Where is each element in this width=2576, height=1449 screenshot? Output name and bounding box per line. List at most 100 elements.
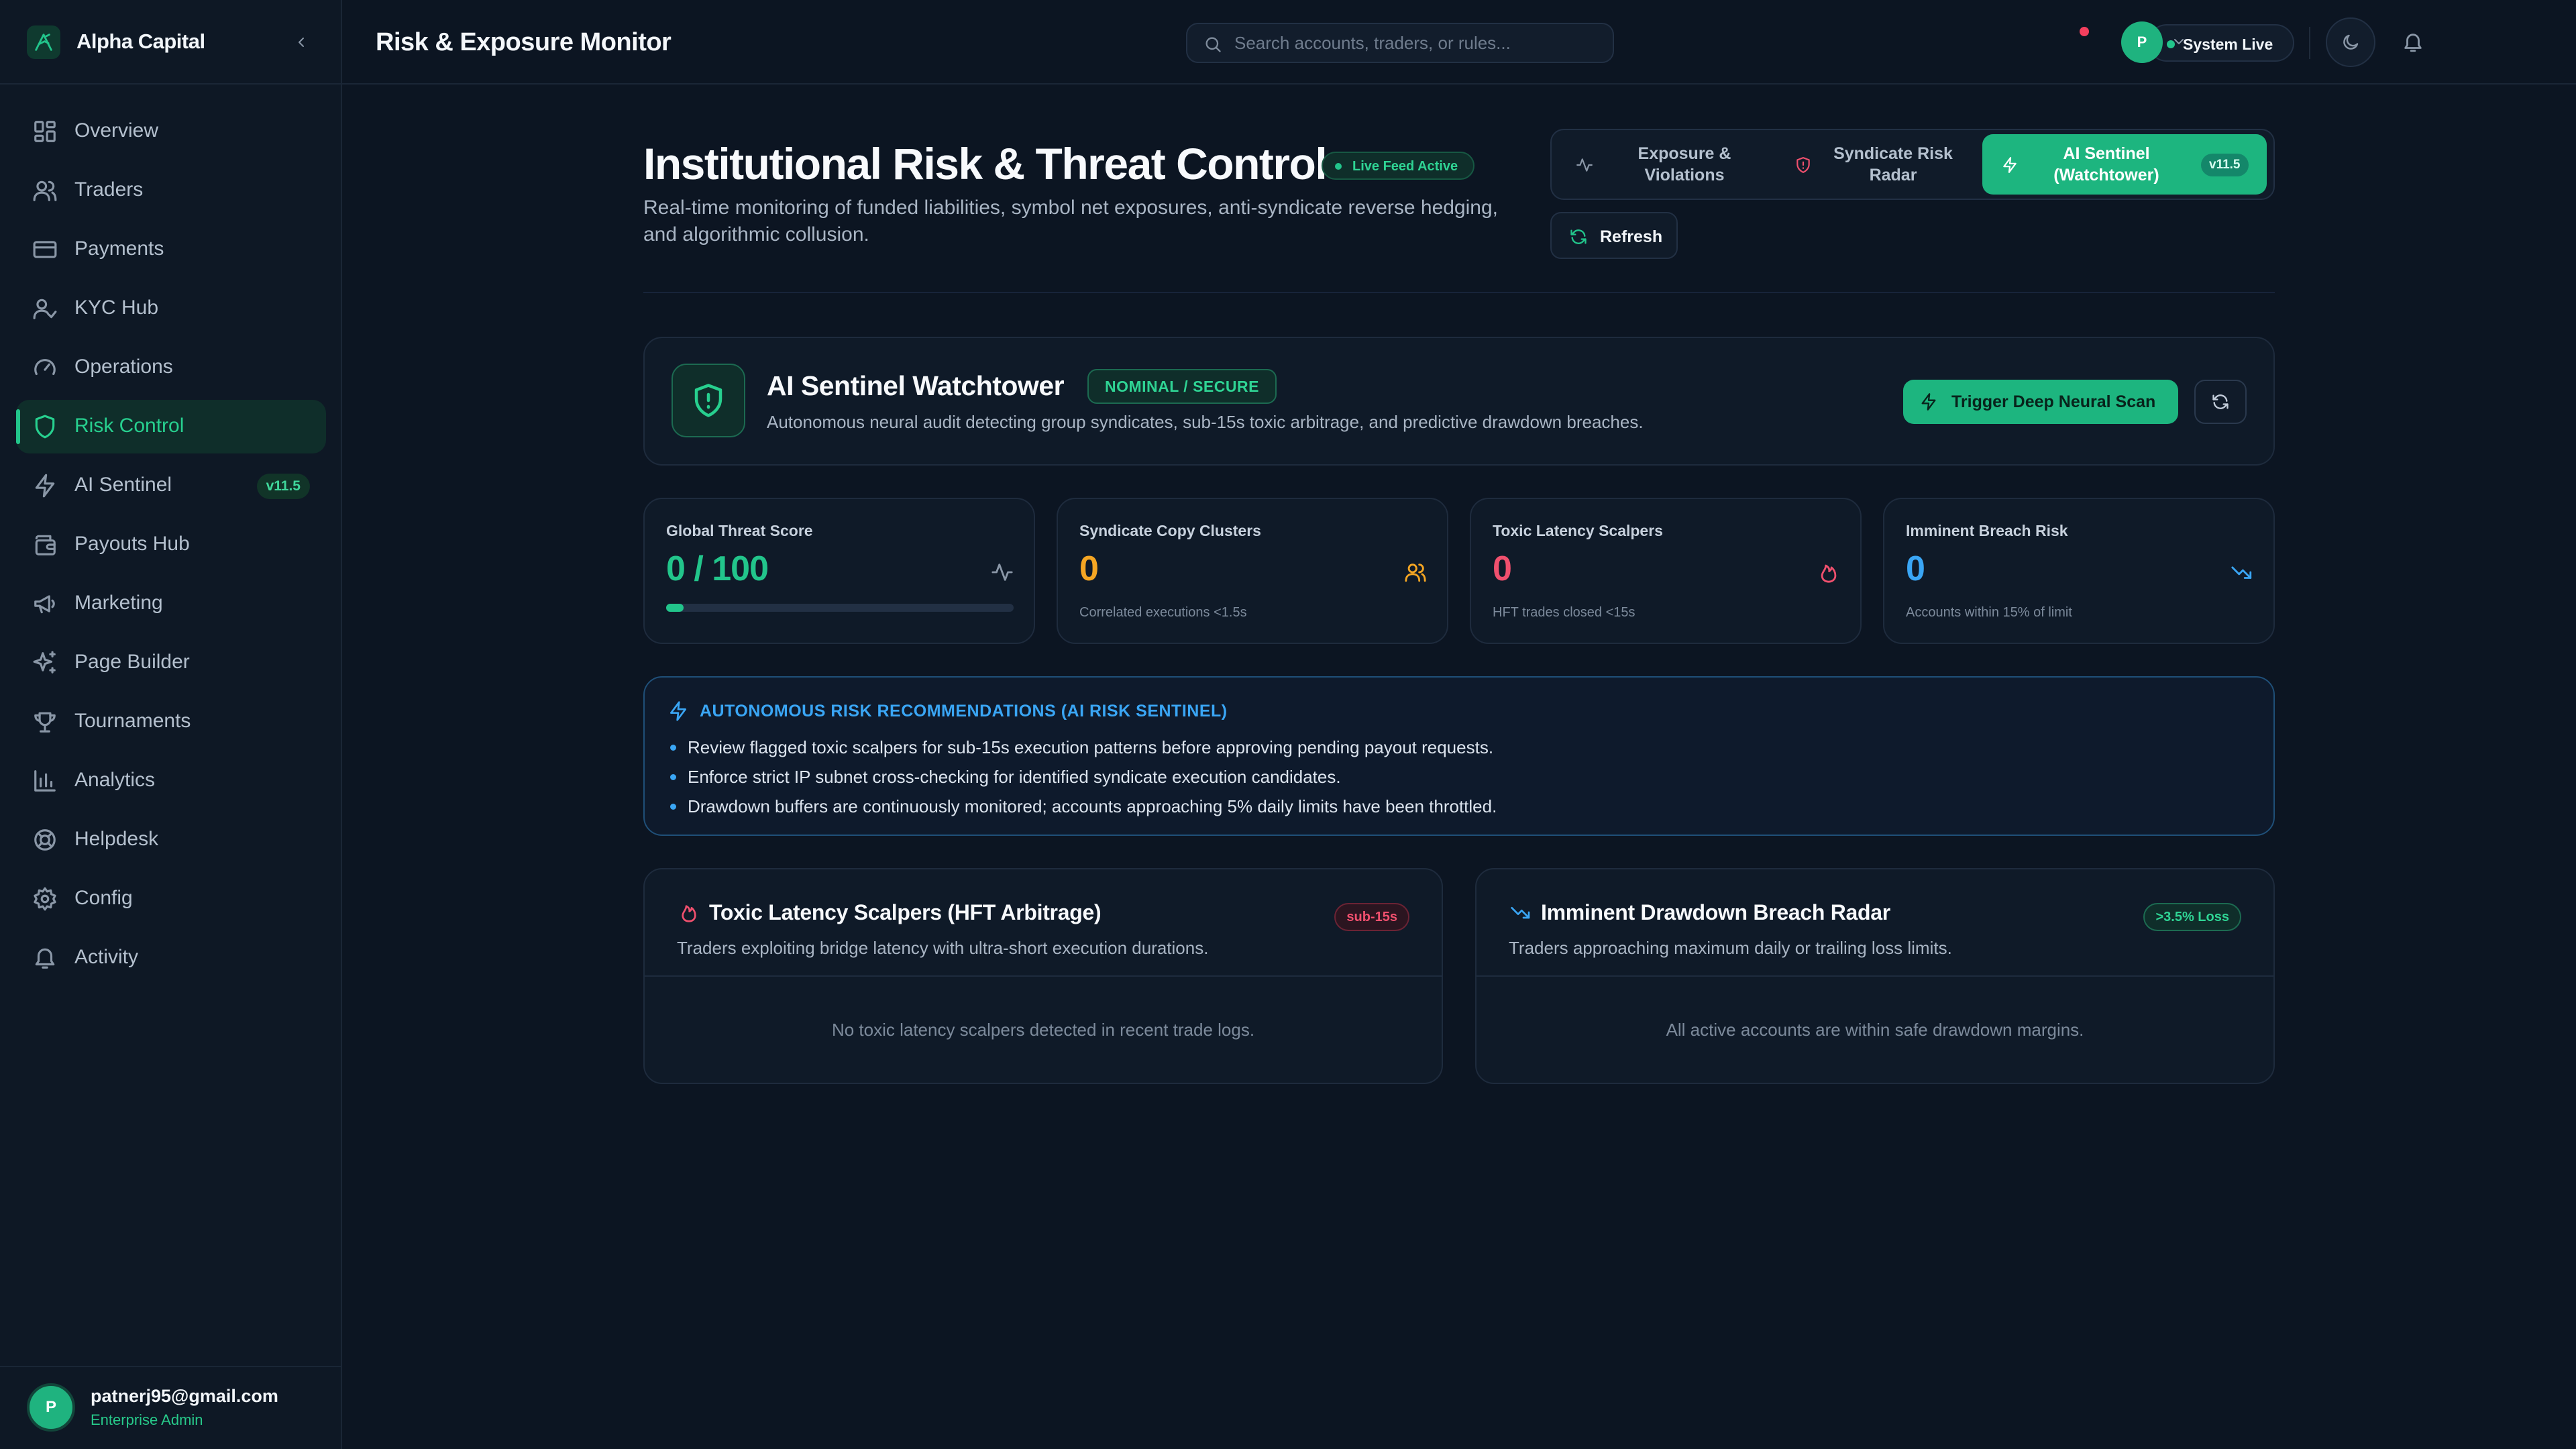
bell-icon [2404, 34, 2422, 52]
sidebar-item-label: AI Sentinel [74, 474, 172, 496]
empty-state: No toxic latency scalpers detected in re… [831, 1020, 1255, 1040]
theme-toggle-button[interactable] [2326, 17, 2375, 67]
stat-value: 0 / 100 [666, 549, 769, 588]
list-item: Drawdown buffers are continuously monito… [670, 792, 1497, 821]
watchtower-title: AI Sentinel Watchtower [767, 370, 1065, 401]
user-check-icon [33, 299, 57, 319]
sidebar-item-label: Config [74, 887, 133, 909]
empty-state: All active accounts are within safe draw… [1666, 1020, 2084, 1040]
threat-progress-fill [666, 604, 684, 612]
trending-down-icon [2231, 566, 2252, 579]
gauge-icon [34, 359, 56, 376]
stat-value: 0 [1079, 549, 1099, 588]
stat-note: HFT trades closed <15s [1493, 605, 1635, 620]
sidebar-item-tournaments[interactable]: Tournaments [16, 695, 326, 749]
stat-card-breach-risk: Imminent Breach Risk 0 Accounts within 1… [1883, 498, 2275, 644]
sidebar-item-payments[interactable]: Payments [16, 223, 326, 276]
collapse-sidebar-chevron-left-icon[interactable] [290, 31, 313, 54]
chevron-down-icon[interactable] [2171, 34, 2187, 50]
stat-label: Global Threat Score [666, 522, 813, 539]
lifebuoy-icon [34, 829, 56, 851]
sidebar-item-ai-sentinel[interactable]: AI Sentinel v11.5 [16, 459, 326, 513]
panel-badge: >3.5% Loss [2143, 903, 2241, 931]
trigger-deep-scan-button[interactable]: Trigger Deep Neural Scan [1903, 380, 2178, 424]
sidebar-item-label: Tournaments [74, 710, 191, 732]
activity-icon [1576, 158, 1593, 172]
sidebar-item-analytics[interactable]: Analytics [16, 754, 326, 808]
view-tabs: Exposure & Violations Syndicate Risk Rad… [1550, 129, 2275, 200]
version-badge: v11.5 [256, 474, 310, 499]
sidebar-item-label: Operations [74, 356, 173, 378]
sidebar-item-page-builder[interactable]: Page Builder [16, 636, 326, 690]
user-profile[interactable]: P patnerj95@gmail.com Enterprise Admin [0, 1366, 342, 1449]
scan-label: Trigger Deep Neural Scan [1951, 392, 2156, 411]
bell-icon [35, 948, 55, 969]
wallet-icon [35, 535, 56, 555]
watchtower-card: AI Sentinel Watchtower NOMINAL / SECURE … [643, 337, 2275, 466]
stat-note: Correlated executions <1.5s [1079, 605, 1247, 620]
tab-ai-sentinel-watchtower[interactable]: AI Sentinel (Watchtower) v11.5 [1982, 134, 2267, 195]
sidebar-item-activity[interactable]: Activity [16, 931, 326, 985]
search-icon [1205, 37, 1221, 52]
brand: Alpha Capital [0, 0, 342, 85]
tab-label: AI Sentinel (Watchtower) [2053, 144, 2159, 184]
notification-dot [2080, 27, 2089, 36]
moon-icon [2343, 34, 2359, 50]
tab-syndicate-risk-radar[interactable]: Syndicate Risk Radar [1776, 134, 1977, 195]
status-dot [1335, 163, 1342, 170]
notifications-button[interactable] [2388, 17, 2438, 67]
refresh-button[interactable]: Refresh [1550, 212, 1678, 259]
divider [1477, 975, 2273, 977]
sidebar-item-overview[interactable]: Overview [16, 105, 326, 158]
flame-icon [682, 905, 696, 922]
sync-button[interactable] [2194, 380, 2247, 424]
panel-badge: sub-15s [1334, 903, 1409, 931]
drawdown-breach-panel: Imminent Drawdown Breach Radar >3.5% Los… [1475, 868, 2275, 1084]
stat-note: Accounts within 15% of limit [1906, 605, 2072, 620]
stat-card-global-threat: Global Threat Score 0 / 100 [643, 498, 1035, 644]
sidebar-item-risk-control[interactable]: Risk Control [16, 400, 326, 453]
sidebar-item-traders[interactable]: Traders [16, 164, 326, 217]
megaphone-icon [34, 595, 55, 614]
sidebar-item-helpdesk[interactable]: Helpdesk [16, 813, 326, 867]
divider [643, 292, 2275, 293]
activity-icon [991, 564, 1013, 581]
avatar: P [27, 1383, 75, 1432]
gear-icon [34, 887, 56, 911]
sidebar-nav: Overview Traders Payments KYC Hub Operat… [16, 105, 326, 990]
refresh-icon [1570, 229, 1587, 244]
stat-label: Imminent Breach Risk [1906, 522, 2068, 539]
shield-icon [35, 415, 55, 439]
system-status-label: System Live [2183, 36, 2273, 53]
sidebar-item-marketing[interactable]: Marketing [16, 577, 326, 631]
sparkles-icon [33, 651, 56, 674]
tab-label: Exposure & Violations [1638, 144, 1731, 184]
recommendations-list: Review flagged toxic scalpers for sub-15… [670, 733, 1497, 821]
shield-alert-icon [672, 364, 745, 437]
sidebar-item-config[interactable]: Config [16, 872, 326, 926]
stat-card-syndicate-clusters: Syndicate Copy Clusters 0 Correlated exe… [1057, 498, 1448, 644]
sidebar-item-operations[interactable]: Operations [16, 341, 326, 394]
tab-exposure-violations[interactable]: Exposure & Violations [1557, 134, 1770, 195]
main-subtitle: Real-time monitoring of funded liabiliti… [643, 197, 1498, 246]
stat-label: Toxic Latency Scalpers [1493, 522, 1663, 539]
brand-logo-icon[interactable] [27, 25, 60, 59]
sidebar-item-label: Overview [74, 119, 159, 142]
credit-card-icon [33, 241, 57, 258]
sidebar-item-label: Payouts Hub [74, 533, 190, 555]
avatar[interactable]: P [2121, 21, 2163, 63]
status-badge: NOMINAL / SECURE [1087, 369, 1277, 404]
search-input[interactable] [1234, 24, 1597, 62]
sidebar-item-payouts-hub[interactable]: Payouts Hub [16, 518, 326, 572]
users-icon [33, 180, 57, 201]
divider [2309, 27, 2310, 59]
bar-chart-icon [34, 770, 56, 792]
sidebar-item-kyc-hub[interactable]: KYC Hub [16, 282, 326, 335]
version-badge: v11.5 [2201, 154, 2249, 176]
panel-title: Imminent Drawdown Breach Radar [1541, 900, 1890, 924]
system-status-badge: System Live [2148, 24, 2294, 62]
sidebar-item-label: KYC Hub [74, 297, 159, 319]
sidebar-item-label: Payments [74, 237, 164, 260]
live-feed-badge: Live Feed Active [1322, 152, 1474, 180]
panel-subtitle: Traders exploiting bridge latency with u… [677, 938, 1209, 958]
